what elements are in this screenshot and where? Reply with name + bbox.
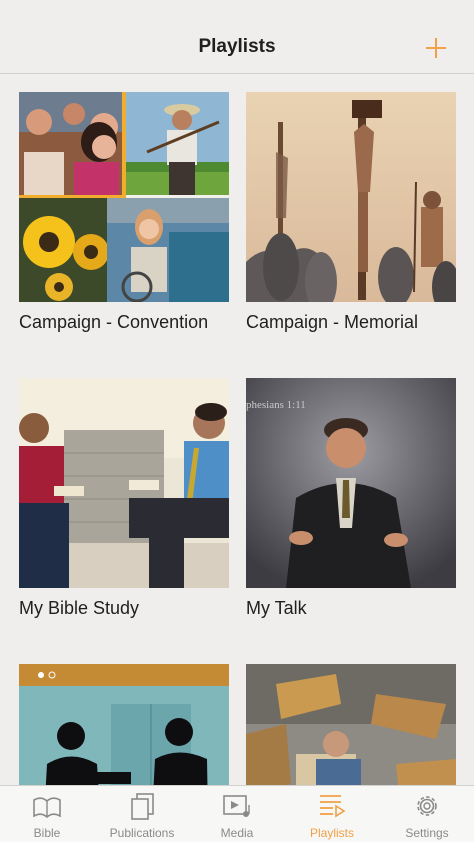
tab-label: Playlists (309, 826, 354, 840)
tab-bar: Bible Publications Media Playlists Setti… (0, 785, 474, 842)
media-icon (223, 795, 250, 817)
playlist-thumbnail (19, 92, 229, 302)
tab-media[interactable]: Media (190, 786, 284, 842)
playlist-thumbnail (246, 664, 456, 785)
playlist-thumbnail (19, 664, 229, 785)
tab-publications[interactable]: Publications (95, 786, 189, 842)
playlist-card-campaign-memorial[interactable]: Campaign - Memorial (246, 92, 456, 333)
playlist-title: My Talk (246, 598, 307, 618)
playlist-thumbnail (246, 92, 456, 302)
publications-icon (131, 793, 154, 820)
playlist-thumbnail (19, 378, 229, 588)
playlist-card-5[interactable] (19, 664, 229, 785)
tab-label: Settings (405, 826, 449, 840)
tab-bible[interactable]: Bible (0, 786, 94, 842)
tab-label: Bible (33, 826, 61, 840)
tab-label: Media (220, 826, 254, 840)
playlist-card-campaign-convention[interactable]: Campaign - Convention (19, 92, 229, 333)
playlist-card-6[interactable] (246, 664, 456, 785)
add-playlist-button[interactable] (422, 34, 450, 62)
tab-playlists[interactable]: Playlists (285, 786, 379, 842)
playlist-grid[interactable]: Campaign - Convention Campaign - Memoria… (0, 74, 474, 785)
book-icon (33, 797, 61, 819)
scripture-reference: phesians 1:11 (246, 399, 306, 411)
playlist-card-my-bible-study[interactable]: My Bible Study (19, 378, 229, 619)
tab-label: Publications (109, 826, 175, 840)
tab-settings[interactable]: Settings (380, 786, 474, 842)
playlist-card-my-talk[interactable]: phesians 1:11 My Talk (246, 378, 456, 619)
playlist-title: Campaign - Convention (19, 312, 209, 332)
page-title: Playlists (198, 36, 276, 57)
playlist-icon (320, 795, 346, 818)
playlist-title: My Bible Study (19, 598, 140, 618)
playlist-thumbnail: phesians 1:11 (246, 378, 456, 588)
playlist-title: Campaign - Memorial (246, 312, 419, 332)
gear-icon (417, 796, 437, 816)
nav-bar: Playlists (0, 0, 474, 74)
